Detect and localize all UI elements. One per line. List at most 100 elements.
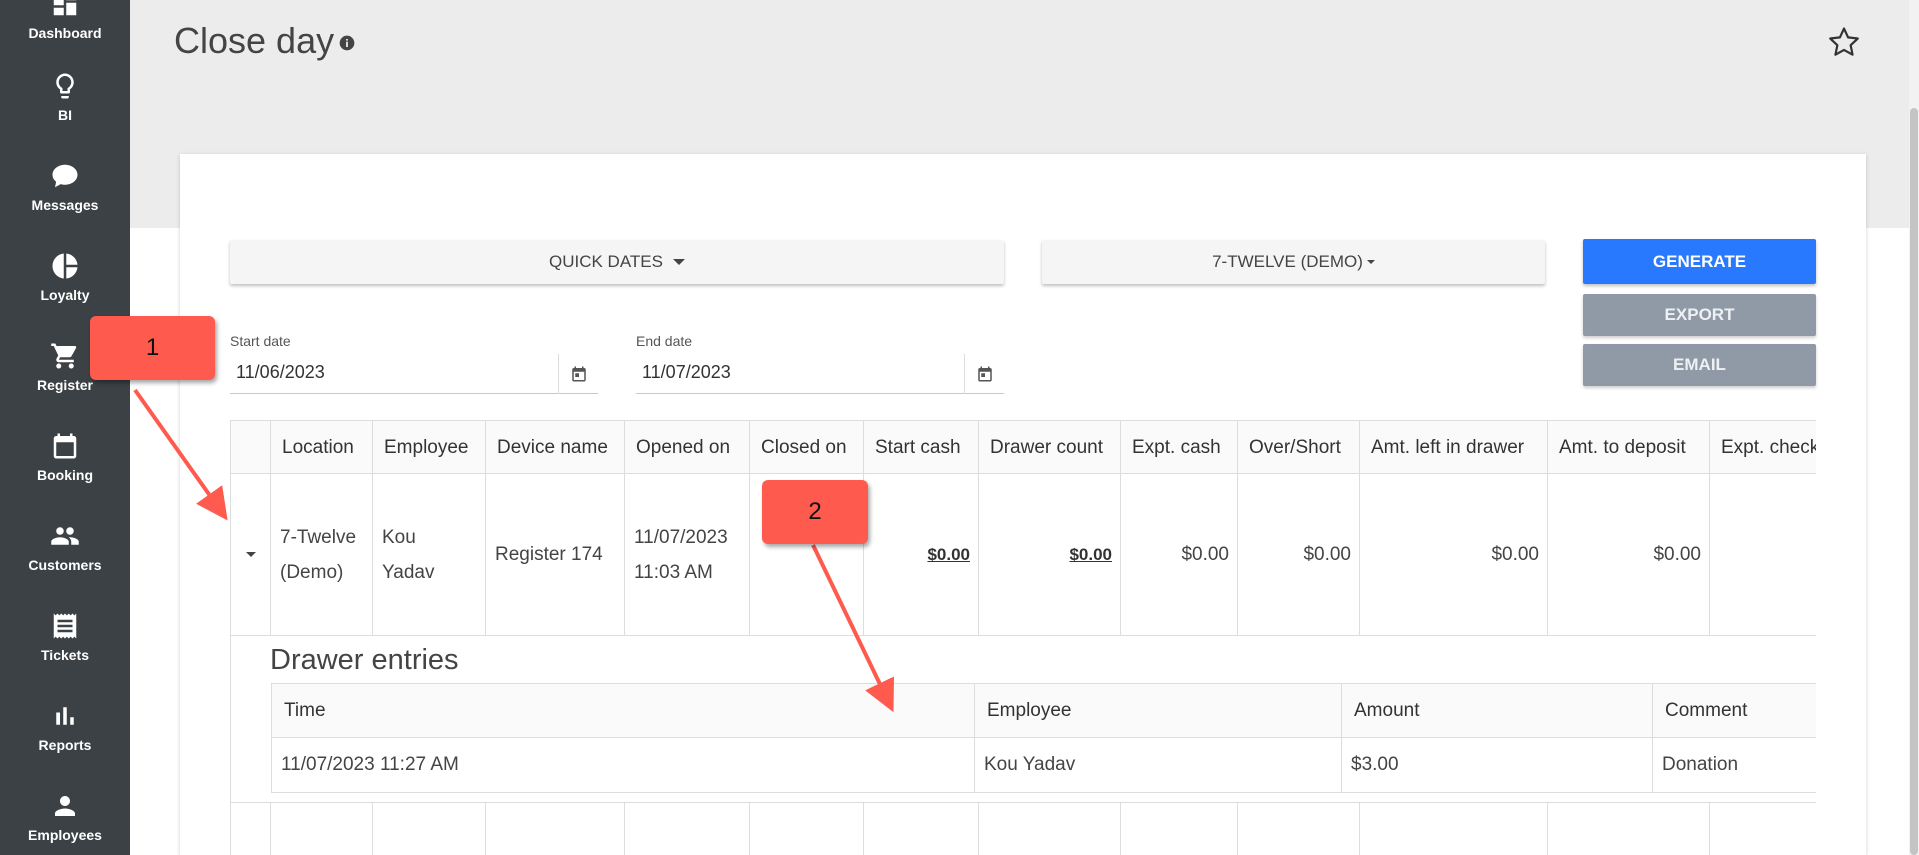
table-cell — [1710, 802, 1816, 855]
lightbulb-icon — [56, 73, 74, 99]
cell-expt-check — [1710, 474, 1816, 636]
table-cell — [864, 802, 979, 855]
end-date-field[interactable]: 11/07/2023 — [636, 354, 1004, 394]
sidebar-item-label: BI — [58, 107, 72, 123]
cell-amount: $3.00 — [1342, 738, 1653, 792]
cell-opened-on: 11/07/2023 11:03 AM — [625, 474, 750, 636]
sidebar-item-reports[interactable]: Reports — [0, 682, 130, 772]
receipt-icon — [53, 613, 77, 639]
column-header-start-cash[interactable]: Start cash — [864, 420, 979, 474]
cell-employee: Kou Yadav — [373, 474, 486, 636]
sidebar-item-label: Messages — [31, 197, 99, 213]
cell-time: 11/07/2023 11:27 AM — [272, 738, 975, 792]
table-cell — [373, 802, 486, 855]
cell-over-short: $0.00 — [1238, 474, 1360, 636]
table-cell — [1360, 802, 1548, 855]
table-cell — [625, 802, 750, 855]
column-header-expt-check[interactable]: Expt. check — [1710, 420, 1816, 474]
quick-dates-label: QUICK DATES — [549, 252, 663, 271]
annotation-marker-1: 1 — [90, 316, 215, 380]
sidebar-item-label: Dashboard — [28, 25, 102, 41]
column-header-amt-to-deposit[interactable]: Amt. to deposit — [1548, 420, 1710, 474]
cell-expt-cash: $0.00 — [1121, 474, 1238, 636]
start-date-value[interactable]: 11/06/2023 — [236, 362, 325, 383]
drawer-count-link[interactable]: $0.00 — [1069, 537, 1112, 572]
sidebar-item-messages[interactable]: Messages — [0, 142, 130, 232]
export-button[interactable]: EXPORT — [1583, 294, 1816, 336]
column-header-time[interactable]: Time — [272, 684, 975, 738]
email-button[interactable]: EMAIL — [1583, 344, 1816, 386]
star-icon[interactable] — [1825, 23, 1863, 61]
dashboard-icon — [53, 0, 77, 16]
drawer-entries-title: Drawer entries — [270, 644, 459, 676]
column-header-location[interactable]: Location — [271, 420, 373, 474]
table-cell — [486, 802, 625, 855]
start-date-field[interactable]: 11/06/2023 — [230, 354, 598, 394]
column-header-employee[interactable]: Employee — [373, 420, 486, 474]
sidebar-item-label: Employees — [28, 827, 102, 843]
end-date-value[interactable]: 11/07/2023 — [642, 362, 731, 383]
column-header-opened-on[interactable]: Opened on — [625, 420, 750, 474]
table-cell — [750, 802, 864, 855]
cart-icon — [51, 343, 77, 369]
pie-chart-icon — [52, 253, 78, 279]
location-dropdown[interactable]: 7-TWELVE (DEMO) — [1042, 240, 1545, 284]
expand-row-toggle[interactable] — [231, 474, 271, 636]
sidebar-item-employees[interactable]: Employees — [0, 772, 130, 855]
sidebar-item-label: Booking — [37, 467, 93, 483]
scrollbar-thumb[interactable] — [1910, 108, 1918, 855]
table-row — [231, 802, 271, 855]
chat-bubble-icon — [52, 164, 78, 188]
column-header-expt-cash[interactable]: Expt. cash — [1121, 420, 1238, 474]
info-icon[interactable] — [339, 35, 355, 51]
table-cell — [271, 802, 373, 855]
column-header-expand — [231, 420, 271, 474]
sidebar-item-dashboard[interactable]: Dashboard — [0, 0, 130, 60]
cell-device-name: Register 174 — [486, 474, 625, 636]
sidebar-item-customers[interactable]: Customers — [0, 502, 130, 592]
quick-dates-dropdown[interactable]: QUICK DATES — [230, 240, 1004, 284]
location-label: 7-TWELVE (DEMO) — [1212, 252, 1363, 271]
drawer-entries-table: Time Employee Amount Comment 11/07/2023 … — [271, 683, 1816, 793]
sidebar-item-label: Loyalty — [40, 287, 90, 303]
cell-amt-left-in-drawer: $0.00 — [1360, 474, 1548, 636]
chevron-down-icon — [672, 259, 685, 265]
column-header-amt-left-in-drawer[interactable]: Amt. left in drawer — [1360, 420, 1548, 474]
cell-start-cash[interactable]: $0.00 — [864, 474, 979, 636]
column-header-closed-on[interactable]: Closed on — [750, 420, 864, 474]
sidebar-item-booking[interactable]: Booking — [0, 412, 130, 502]
column-header-comment[interactable]: Comment — [1653, 684, 1816, 738]
page-title: Close day — [174, 20, 335, 61]
end-date-label: End date — [636, 333, 693, 349]
chevron-down-icon — [245, 552, 256, 557]
person-icon — [55, 796, 75, 816]
generate-button[interactable]: GENERATE — [1583, 239, 1816, 284]
cell-amt-to-deposit: $0.00 — [1548, 474, 1710, 636]
table-cell — [1121, 802, 1238, 855]
column-header-amount[interactable]: Amount — [1342, 684, 1653, 738]
cell-drawer-count[interactable]: $0.00 — [979, 474, 1121, 636]
cell-location: 7-Twelve (Demo) — [271, 474, 373, 636]
start-date-label: Start date — [230, 333, 291, 349]
chevron-down-icon — [1366, 260, 1375, 264]
sidebar-item-tickets[interactable]: Tickets — [0, 592, 130, 682]
sidebar-item-label: Customers — [28, 557, 102, 573]
table-cell — [979, 802, 1121, 855]
start-cash-link[interactable]: $0.00 — [927, 537, 970, 572]
column-header-device-name[interactable]: Device name — [486, 420, 625, 474]
sidebar-item-bi[interactable]: BI — [0, 52, 130, 142]
sidebar-item-loyalty[interactable]: Loyalty — [0, 232, 130, 322]
annotation-marker-2: 2 — [762, 480, 868, 544]
sidebar: Dashboard BI Messages Loyalty Register B… — [0, 0, 130, 855]
people-icon — [51, 527, 79, 545]
sidebar-item-label: Tickets — [41, 647, 89, 663]
cell-employee: Kou Yadav — [975, 738, 1342, 792]
sidebar-item-label: Reports — [38, 737, 92, 753]
calendar-picker-button[interactable] — [964, 354, 1004, 394]
table-cell — [1548, 802, 1710, 855]
column-header-employee[interactable]: Employee — [975, 684, 1342, 738]
column-header-drawer-count[interactable]: Drawer count — [979, 420, 1121, 474]
table-cell — [1238, 802, 1360, 855]
calendar-picker-button[interactable] — [558, 354, 598, 394]
column-header-over-short[interactable]: Over/Short — [1238, 420, 1360, 474]
